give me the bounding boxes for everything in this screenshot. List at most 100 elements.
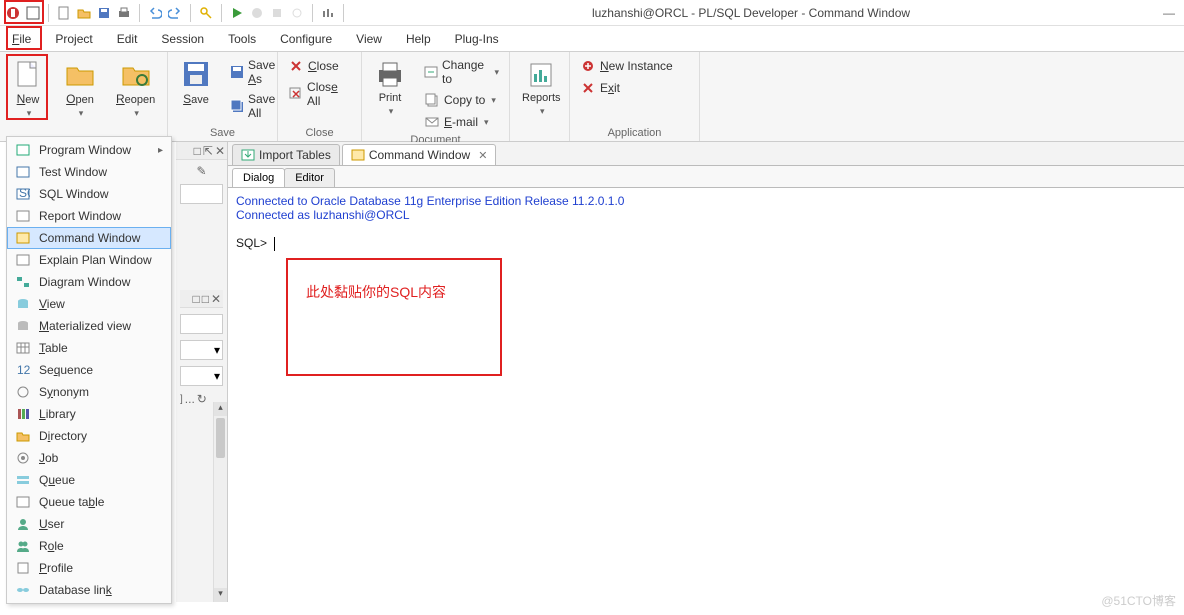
save-disk-icon (180, 58, 212, 90)
command-editor[interactable]: Connected to Oracle Database 11g Enterpr… (228, 188, 1184, 615)
scroll-thumb[interactable] (216, 418, 225, 458)
ribbon-group-application-label: Application (576, 125, 693, 139)
subtab-dialog[interactable]: Dialog (232, 168, 285, 187)
save-all-button[interactable]: Save All (226, 90, 281, 122)
menu-explain-plan-window[interactable]: Explain Plan Window (7, 249, 171, 271)
undo-icon[interactable] (146, 4, 164, 22)
menu-program-window[interactable]: Program Window▸ (7, 139, 171, 161)
window-title: luzhanshi@ORCL - PL/SQL Developer - Comm… (348, 6, 1154, 20)
menu-project[interactable]: Project (43, 28, 104, 50)
program-window-icon (15, 142, 31, 158)
menu-user[interactable]: User (7, 513, 171, 535)
menu-library[interactable]: Library (7, 403, 171, 425)
scroll-up-icon[interactable]: ▴ (214, 402, 227, 416)
menu-database-link[interactable]: Database link (7, 579, 171, 601)
command-window-icon (351, 148, 365, 162)
menu-help[interactable]: Help (394, 28, 443, 50)
open-button[interactable]: Open ▾ (58, 56, 102, 121)
magic-wand-icon[interactable]: ✎ (180, 164, 223, 178)
checkbox-icon[interactable] (24, 4, 42, 22)
menu-profile[interactable]: Profile (7, 557, 171, 579)
reopen-button[interactable]: Reopen ▾ (110, 56, 161, 121)
menu-diagram-window[interactable]: Diagram Window (7, 271, 171, 293)
scroll-down-icon[interactable]: ▾ (214, 588, 227, 602)
menu-queue-table[interactable]: Queue table (7, 491, 171, 513)
menu-job[interactable]: Job (7, 447, 171, 469)
tab-import-tables[interactable]: Import Tables (232, 144, 340, 165)
stop-icon[interactable] (268, 4, 286, 22)
menu-report-window[interactable]: Report Window (7, 205, 171, 227)
reports-button[interactable]: Reports ▾ (516, 56, 567, 119)
menu-configure[interactable]: Configure (268, 28, 344, 50)
change-to-button[interactable]: Change to▾ (420, 56, 503, 88)
sub-tabs: Dialog Editor (228, 166, 1184, 188)
close-all-icon (288, 86, 303, 102)
mview-icon (15, 318, 31, 334)
menu-file[interactable]: FFileile (0, 28, 43, 50)
new-button[interactable]: New ▾ (6, 56, 50, 121)
print-button[interactable]: Print ▾ (368, 56, 412, 119)
side-panel-combo[interactable]: ▾ (180, 340, 223, 360)
redo-icon[interactable] (166, 4, 184, 22)
document-area: Import Tables Command Window ✕ Dialog Ed… (228, 142, 1184, 615)
menu-view[interactable]: View (344, 28, 394, 50)
copy-to-button[interactable]: Copy to▾ (420, 90, 503, 110)
minimize-button[interactable]: — (1154, 6, 1184, 20)
save-as-icon (230, 64, 244, 80)
save-button[interactable]: Save (174, 56, 218, 108)
refresh-icon[interactable]: ↻ (197, 392, 207, 406)
save-as-button[interactable]: Save As (226, 56, 281, 88)
db-link-icon (15, 582, 31, 598)
close-button[interactable]: Close (284, 56, 355, 76)
queue-icon (15, 472, 31, 488)
editor-line2: Connected as luzhanshi@ORCL (236, 208, 1176, 222)
table-icon (15, 340, 31, 356)
menu-directory[interactable]: Directory (7, 425, 171, 447)
new-instance-button[interactable]: New Instance (576, 56, 677, 76)
email-button[interactable]: E-mail▾ (420, 112, 503, 132)
menubar: FFileile Project Edit Session Tools Conf… (0, 26, 1184, 52)
file-new-dropdown: Program Window▸ Test Window SQLSQL Windo… (6, 136, 172, 604)
exit-button[interactable]: Exit (576, 78, 677, 98)
save-all-icon (230, 98, 244, 114)
menu-session[interactable]: Session (149, 28, 216, 50)
key-icon[interactable] (197, 4, 215, 22)
tab-command-window[interactable]: Command Window ✕ (342, 144, 497, 165)
menu-role[interactable]: Role (7, 535, 171, 557)
side-panel-combo2[interactable]: ▾ (180, 366, 223, 386)
open-folder-icon[interactable] (75, 4, 93, 22)
ribbon-group-close-label: Close (284, 125, 355, 139)
print-icon[interactable] (115, 4, 133, 22)
menu-synonym[interactable]: Synonym (7, 381, 171, 403)
new-doc-icon[interactable] (55, 4, 73, 22)
side-panel-input[interactable] (180, 314, 223, 334)
menu-test-window[interactable]: Test Window (7, 161, 171, 183)
profile-icon (15, 560, 31, 576)
save-icon[interactable] (95, 4, 113, 22)
menu-queue[interactable]: Queue (7, 469, 171, 491)
side-panel-header[interactable]: □⇱✕ (176, 142, 227, 160)
menu-tools[interactable]: Tools (216, 28, 268, 50)
debug-icon[interactable] (248, 4, 266, 22)
sql-prompt-line: SQL> (236, 236, 1176, 251)
tab-close-button[interactable]: ✕ (478, 149, 487, 162)
side-panel-header2[interactable]: □□✕ (180, 290, 223, 308)
tab-label: Import Tables (259, 148, 331, 162)
side-panel-slot[interactable] (180, 184, 223, 204)
menu-command-window[interactable]: Command Window (7, 227, 171, 249)
close-all-button[interactable]: Close All (284, 78, 355, 110)
settings-icon[interactable] (319, 4, 337, 22)
menu-view[interactable]: View (7, 293, 171, 315)
menu-sql-window[interactable]: SQLSQL Window (7, 183, 171, 205)
run-icon[interactable] (228, 4, 246, 22)
close-icon (288, 58, 304, 74)
menu-edit[interactable]: Edit (105, 28, 150, 50)
side-scrollbar[interactable]: ▴ ▾ (213, 402, 227, 602)
subtab-editor[interactable]: Editor (284, 168, 335, 187)
menu-table[interactable]: Table (7, 337, 171, 359)
print-icon (374, 58, 406, 90)
menu-materialized-view[interactable]: Materialized view (7, 315, 171, 337)
menu-sequence[interactable]: 123Sequence (7, 359, 171, 381)
menu-plugins[interactable]: Plug-Ins (443, 28, 511, 50)
gear-icon[interactable] (288, 4, 306, 22)
